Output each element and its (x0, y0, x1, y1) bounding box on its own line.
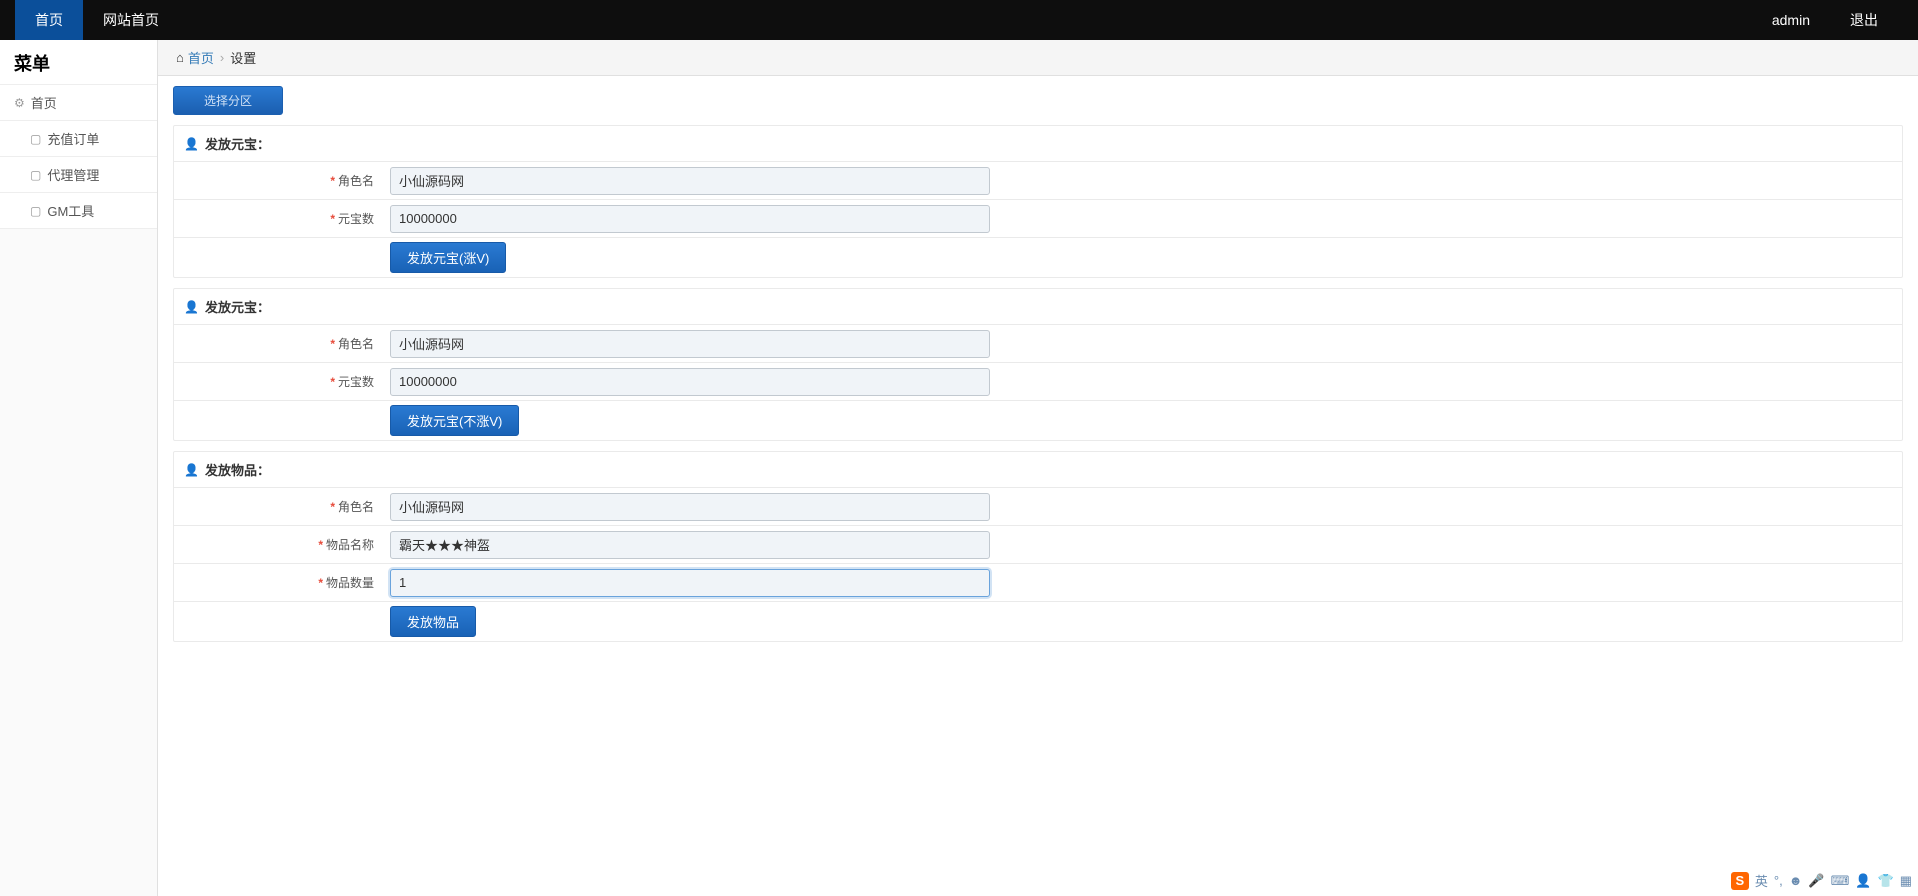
breadcrumb-current: 设置 (230, 48, 256, 67)
form-row: *元宝数 (174, 199, 1902, 237)
form-label: *物品名称 (174, 536, 384, 553)
submit-button[interactable]: 发放元宝(不涨V) (390, 405, 519, 436)
form-row: *角色名 (174, 324, 1902, 362)
person-icon: 👤 (184, 300, 199, 314)
sidebar-item-label: 首页 (31, 93, 57, 112)
ime-lang[interactable]: 英 (1755, 871, 1768, 890)
sidebar-item-gmtools[interactable]: ▢ GM工具 (0, 193, 157, 229)
ime-keyboard-icon[interactable]: ⌨ (1831, 873, 1850, 889)
form-row: *物品名称 (174, 525, 1902, 563)
text-input[interactable] (390, 167, 990, 195)
home-icon: ⌂ (176, 50, 184, 65)
section-title: 发放元宝： (205, 134, 270, 153)
form-label: *角色名 (174, 498, 384, 515)
top-nav: 首页 网站首页 admin 退出 (0, 0, 1918, 40)
ime-toolbar: S 英 °, ☻ 🎤 ⌨ 👤 👕 ▦ (1731, 871, 1912, 890)
text-input[interactable] (390, 569, 990, 597)
form-section: 👤 发放元宝： *角色名 *元宝数发放元宝(涨V) (173, 125, 1903, 278)
breadcrumb-separator: › (220, 50, 224, 65)
ime-user-icon[interactable]: 👤 (1855, 873, 1871, 889)
sidebar-item-label: GM工具 (47, 201, 94, 220)
sidebar-item-label: 代理管理 (47, 165, 99, 184)
text-input[interactable] (390, 330, 990, 358)
form-row: *物品数量 (174, 563, 1902, 601)
file-icon: ▢ (30, 132, 41, 146)
sidebar-item-home[interactable]: ⚙ 首页 (0, 84, 157, 121)
nav-logout[interactable]: 退出 (1830, 0, 1898, 40)
form-label: *元宝数 (174, 210, 384, 227)
breadcrumb: ⌂ 首页 › 设置 (158, 40, 1918, 76)
sidebar-item-recharge[interactable]: ▢ 充值订单 (0, 121, 157, 157)
form-section: 👤 发放元宝： *角色名 *元宝数发放元宝(不涨V) (173, 288, 1903, 441)
sogou-icon[interactable]: S (1731, 872, 1749, 890)
nav-user[interactable]: admin (1752, 0, 1830, 40)
form-row: *元宝数 (174, 362, 1902, 400)
nav-home[interactable]: 首页 (15, 0, 83, 40)
ime-skin-icon[interactable]: 👕 (1878, 873, 1894, 889)
text-input[interactable] (390, 493, 990, 521)
form-section: 👤 发放物品： *角色名 *物品名称 *物品数量发放物品 (173, 451, 1903, 642)
text-input[interactable] (390, 205, 990, 233)
form-row: 发放元宝(涨V) (174, 237, 1902, 277)
form-label: *角色名 (174, 172, 384, 189)
section-title: 发放元宝： (205, 297, 270, 316)
sidebar-item-label: 充值订单 (47, 129, 99, 148)
file-icon: ▢ (30, 204, 41, 218)
form-label: *元宝数 (174, 373, 384, 390)
section-title: 发放物品： (205, 460, 270, 479)
form-row: 发放物品 (174, 601, 1902, 641)
file-icon: ▢ (30, 168, 41, 182)
form-row: 发放元宝(不涨V) (174, 400, 1902, 440)
submit-button[interactable]: 发放元宝(涨V) (390, 242, 506, 273)
person-icon: 👤 (184, 463, 199, 477)
person-icon: 👤 (184, 137, 199, 151)
text-input[interactable] (390, 531, 990, 559)
form-row: *角色名 (174, 161, 1902, 199)
form-label: *物品数量 (174, 574, 384, 591)
section-header: 👤 发放元宝： (174, 126, 1902, 161)
sidebar: 菜单 ⚙ 首页 ▢ 充值订单 ▢ 代理管理 ▢ GM工具 (0, 40, 158, 896)
nav-site-home[interactable]: 网站首页 (83, 0, 179, 40)
section-header: 👤 发放元宝： (174, 289, 1902, 324)
section-header: 👤 发放物品： (174, 452, 1902, 487)
submit-button[interactable]: 发放物品 (390, 606, 476, 637)
form-row: *角色名 (174, 487, 1902, 525)
ime-emoji-icon[interactable]: ☻ (1789, 873, 1803, 888)
gear-icon: ⚙ (14, 96, 25, 110)
sidebar-title: 菜单 (0, 40, 157, 84)
select-zone-button[interactable]: 选择分区 (173, 86, 283, 115)
ime-punct-icon[interactable]: °, (1774, 873, 1783, 888)
breadcrumb-home-link[interactable]: 首页 (188, 48, 214, 67)
ime-mic-icon[interactable]: 🎤 (1808, 873, 1824, 889)
ime-tools-icon[interactable]: ▦ (1900, 873, 1912, 889)
form-label: *角色名 (174, 335, 384, 352)
sidebar-item-agent[interactable]: ▢ 代理管理 (0, 157, 157, 193)
text-input[interactable] (390, 368, 990, 396)
